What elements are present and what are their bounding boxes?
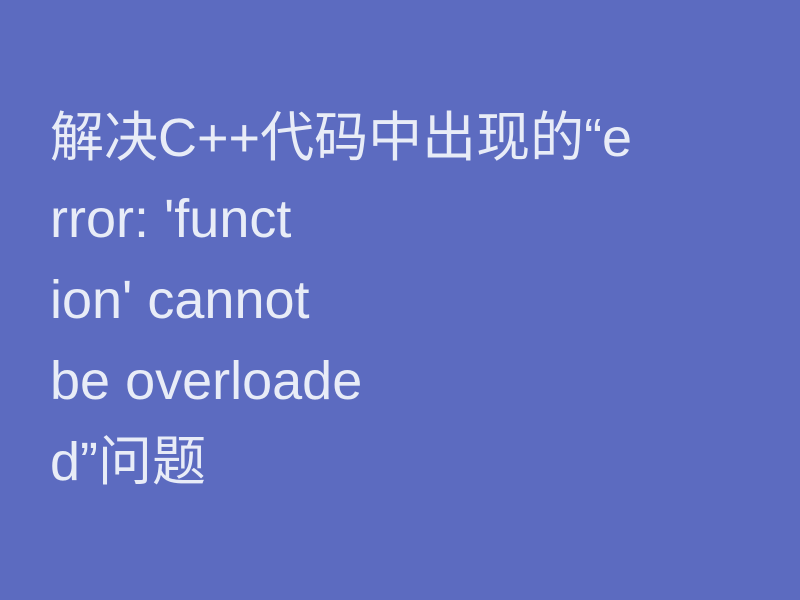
text-line-5: d”问题 [50, 422, 632, 503]
text-line-3: ion' cannot [50, 260, 632, 341]
error-message-text: 解决C++代码中出现的“e rror: 'funct ion' cannot b… [50, 98, 632, 503]
text-line-2: rror: 'funct [50, 179, 632, 260]
text-line-4: be overloade [50, 341, 632, 422]
text-line-1: 解决C++代码中出现的“e [50, 98, 632, 179]
